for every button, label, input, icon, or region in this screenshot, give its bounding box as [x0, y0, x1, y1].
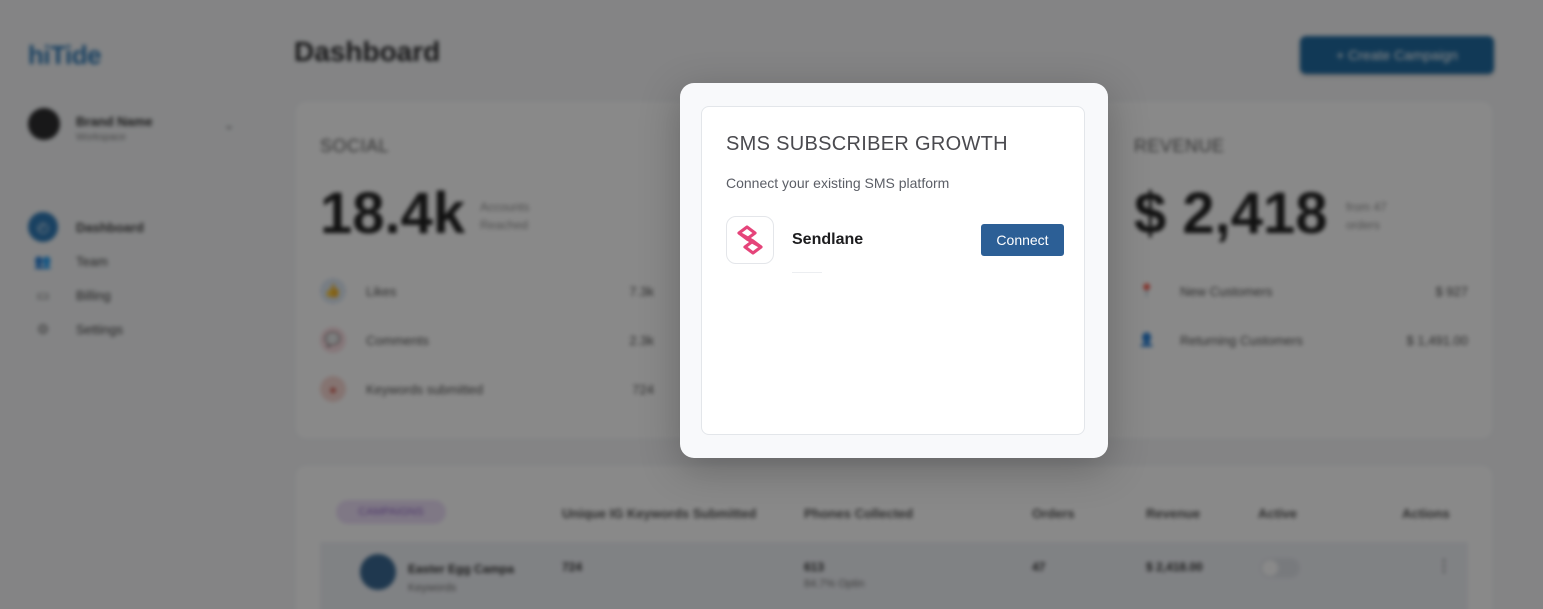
sms-integration-modal: SMS SUBSCRIBER GROWTH Connect your exist… [680, 83, 1108, 458]
connect-button[interactable]: Connect [981, 224, 1064, 256]
divider [792, 272, 822, 273]
modal-subtitle: Connect your existing SMS platform [726, 175, 950, 191]
modal-card: SMS SUBSCRIBER GROWTH Connect your exist… [701, 106, 1085, 435]
modal-title: SMS SUBSCRIBER GROWTH [726, 133, 1008, 155]
integration-row-sendlane: Sendlane Connect [726, 216, 1064, 266]
integration-name: Sendlane [792, 231, 864, 248]
sendlane-logo-icon [726, 216, 774, 264]
